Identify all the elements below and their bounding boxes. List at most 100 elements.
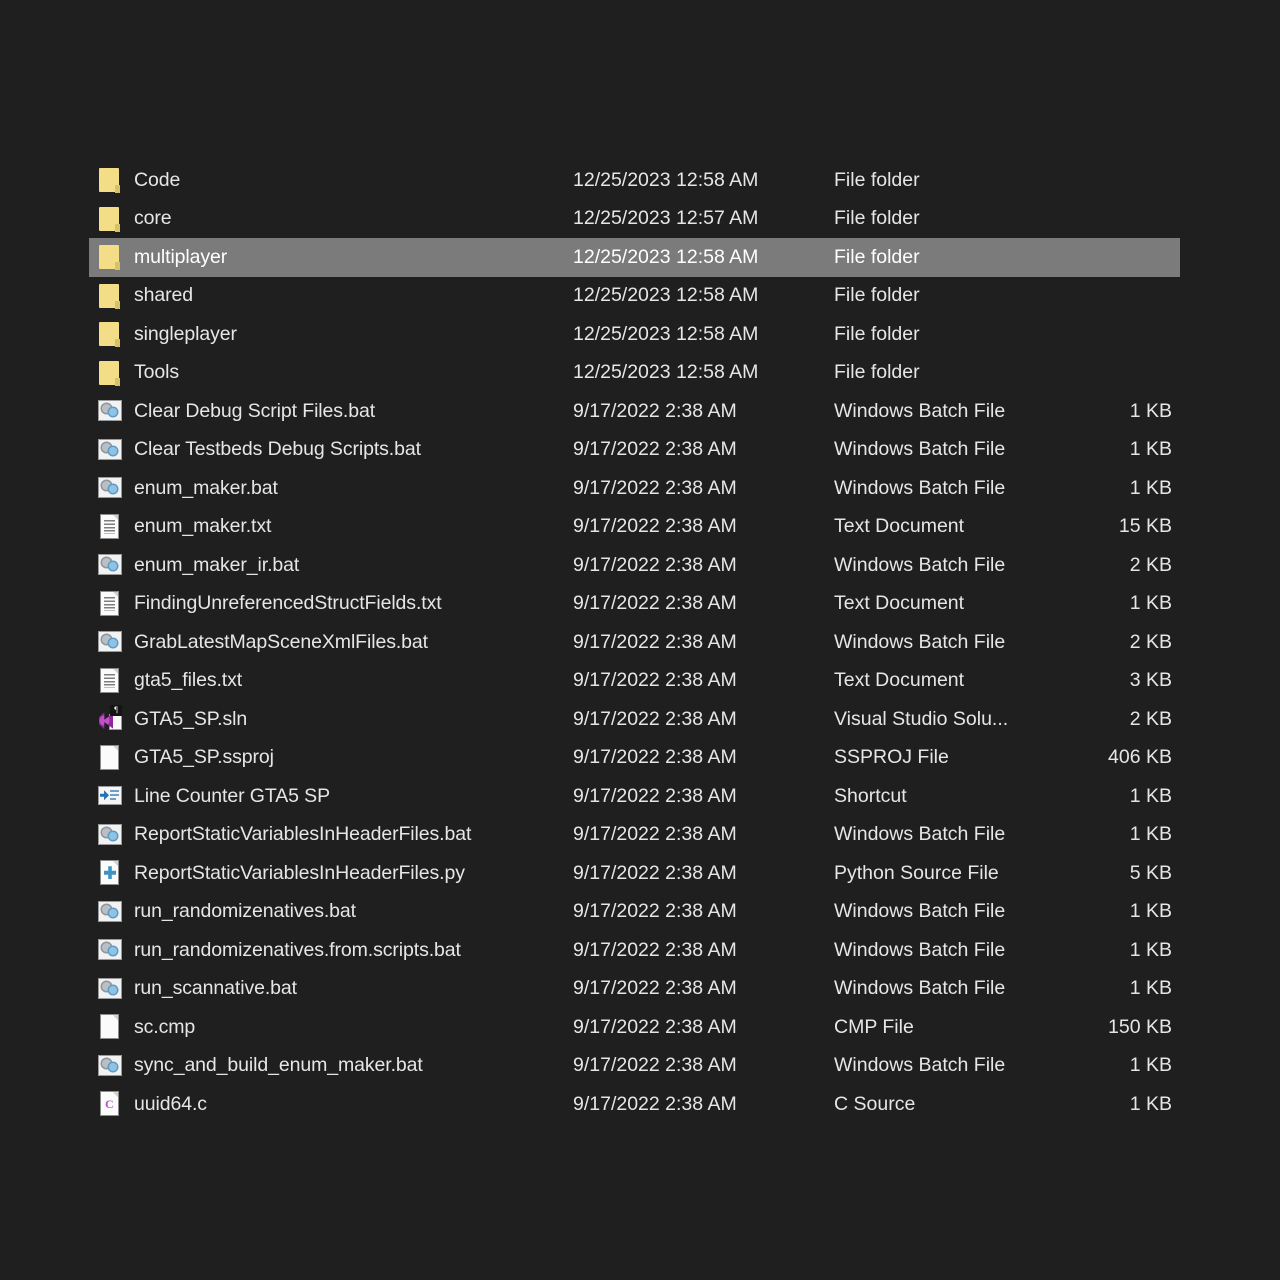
file-name[interactable]: GTA5_SP.ssproj [134,746,274,769]
table-row[interactable]: shared 12/25/2023 12:58 AM File folder [89,277,1180,316]
file-size: 1 KB [1129,823,1172,846]
file-name[interactable]: FindingUnreferencedStructFields.txt [134,592,442,615]
table-row[interactable]: Clear Debug Script Files.bat 9/17/2022 2:… [89,392,1180,431]
file-type: Windows Batch File [834,1054,1006,1077]
file-size: 2 KB [1129,707,1172,730]
file-type: Windows Batch File [834,938,1006,961]
file-name[interactable]: run_randomizenatives.from.scripts.bat [134,939,461,962]
file-date-modified: 9/17/2022 2:38 AM [573,1092,737,1115]
file-name[interactable]: ReportStaticVariablesInHeaderFiles.bat [134,823,471,846]
table-row[interactable]: ReportStaticVariablesInHeaderFiles.py 9/1… [89,854,1180,893]
batch-file-icon [98,629,122,655]
file-type: Windows Batch File [834,977,1006,1000]
table-row[interactable]: GrabLatestMapSceneXmlFiles.bat 9/17/2022 … [89,623,1180,662]
table-row[interactable]: Cuuid64.c 9/17/2022 2:38 AM C Source 1 KB [89,1085,1180,1124]
file-name[interactable]: GTA5_SP.sln [134,708,247,731]
file-name[interactable]: run_scannative.bat [134,977,297,1000]
table-row[interactable]: ¶ GTA5_SP.sln 9/17/2022 2:38 AM Visual Stud… [89,700,1180,739]
file-name[interactable]: enum_maker.txt [134,515,271,538]
table-row[interactable]: run_randomizenatives.from.scripts.bat 9/1… [89,931,1180,970]
file-size: 3 KB [1129,669,1172,692]
file-name[interactable]: Clear Debug Script Files.bat [134,400,375,423]
batch-file-icon [98,899,122,925]
text-document-icon [98,514,122,540]
file-name[interactable]: sync_and_build_enum_maker.bat [134,1054,423,1077]
file-name[interactable]: ReportStaticVariablesInHeaderFiles.py [134,862,465,885]
file-name[interactable]: core [134,207,172,230]
file-type: Visual Studio Solu... [834,707,1009,730]
file-date-modified: 9/17/2022 2:38 AM [573,515,737,538]
table-row[interactable]: enum_maker_ir.bat 9/17/2022 2:38 AM Window… [89,546,1180,585]
table-row[interactable]: enum_maker.bat 9/17/2022 2:38 AM Windows B… [89,469,1180,508]
file-name[interactable]: enum_maker.bat [134,477,278,500]
file-name[interactable]: uuid64.c [134,1093,207,1116]
table-row[interactable]: run_scannative.bat 9/17/2022 2:38 AM Windo… [89,970,1180,1009]
table-row[interactable]: run_randomizenatives.bat 9/17/2022 2:38 A… [89,893,1180,932]
file-size: 150 KB [1108,1015,1172,1038]
file-type: File folder [834,207,920,230]
file-name[interactable]: enum_maker_ir.bat [134,554,299,577]
folder-icon [98,283,122,309]
file-size: 15 KB [1118,515,1172,538]
batch-file-icon [98,437,122,463]
file-list[interactable]: Code 12/25/2023 12:58 AM File folder core 12… [89,161,1180,1124]
file-name[interactable]: Clear Testbeds Debug Scripts.bat [134,438,421,461]
table-row[interactable]: core 12/25/2023 12:57 AM File folder [89,200,1180,239]
file-name[interactable]: shared [134,284,193,307]
file-type: File folder [834,245,920,268]
file-type: CMP File [834,1015,914,1038]
file-size: 1 KB [1129,1054,1172,1077]
file-name[interactable]: gta5_files.txt [134,669,242,692]
table-row[interactable]: FindingUnreferencedStructFields.txt 9/17/… [89,585,1180,624]
file-type: File folder [834,168,920,191]
batch-file-icon [98,822,122,848]
folder-icon [98,360,122,386]
text-document-icon [98,668,122,694]
file-date-modified: 9/17/2022 2:38 AM [573,438,737,461]
folder-icon [98,244,122,271]
table-row[interactable]: multiplayer 12/25/2023 12:58 AM File folde… [89,238,1180,277]
table-row[interactable]: enum_maker.txt 9/17/2022 2:38 AM Text Docu… [89,508,1180,547]
table-row[interactable]: gta5_files.txt 9/17/2022 2:38 AM Text Docu… [89,662,1180,701]
file-size: 1 KB [1129,784,1172,807]
file-date-modified: 9/17/2022 2:38 AM [573,553,737,576]
file-size: 1 KB [1129,1092,1172,1115]
table-row[interactable]: GTA5_SP.ssproj 9/17/2022 2:38 AM SSPROJ Fi… [89,739,1180,778]
file-name[interactable]: singleplayer [134,323,237,346]
file-type: Text Document [834,669,965,692]
file-type: SSPROJ File [834,746,949,769]
file-date-modified: 9/17/2022 2:38 AM [573,399,737,422]
table-row[interactable]: Clear Testbeds Debug Scripts.bat 9/17/202… [89,431,1180,470]
table-row[interactable]: sync_and_build_enum_maker.bat 9/17/2022 2… [89,1047,1180,1086]
table-row[interactable]: Code 12/25/2023 12:58 AM File folder [89,161,1180,200]
file-name[interactable]: GrabLatestMapSceneXmlFiles.bat [134,631,428,654]
file-name[interactable]: Line Counter GTA5 SP [134,785,330,808]
file-date-modified: 9/17/2022 2:38 AM [573,592,737,615]
blank-document-icon [98,745,122,771]
file-type: Python Source File [834,861,999,884]
table-row[interactable]: Tools 12/25/2023 12:58 AM File folder [89,354,1180,393]
file-size: 2 KB [1129,553,1172,576]
file-type: File folder [834,284,920,307]
file-type: Windows Batch File [834,399,1006,422]
file-date-modified: 9/17/2022 2:38 AM [573,746,737,769]
file-name[interactable]: Code [134,169,180,192]
file-type: File folder [834,361,920,384]
file-name[interactable]: sc.cmp [134,1016,195,1039]
file-name[interactable]: multiplayer [134,246,227,269]
file-name[interactable]: Tools [134,361,179,384]
file-date-modified: 9/17/2022 2:38 AM [573,1054,737,1077]
visual-studio-solution-icon: ¶ [98,705,122,732]
file-type: File folder [834,322,920,345]
folder-icon [98,321,122,348]
table-row[interactable]: ReportStaticVariablesInHeaderFiles.bat 9/… [89,816,1180,855]
table-row[interactable]: sc.cmp 9/17/2022 2:38 AM CMP File 150 KB [89,1008,1180,1047]
table-row[interactable]: Line Counter GTA5 SP 9/17/2022 2:38 AM Sho… [89,777,1180,816]
file-size: 406 KB [1108,746,1172,769]
file-name[interactable]: run_randomizenatives.bat [134,900,356,923]
file-date-modified: 12/25/2023 12:58 AM [573,284,759,307]
file-date-modified: 12/25/2023 12:57 AM [573,207,759,230]
python-file-icon [98,860,122,886]
file-type: Windows Batch File [834,823,1006,846]
table-row[interactable]: singleplayer 12/25/2023 12:58 AM File fold… [89,315,1180,354]
